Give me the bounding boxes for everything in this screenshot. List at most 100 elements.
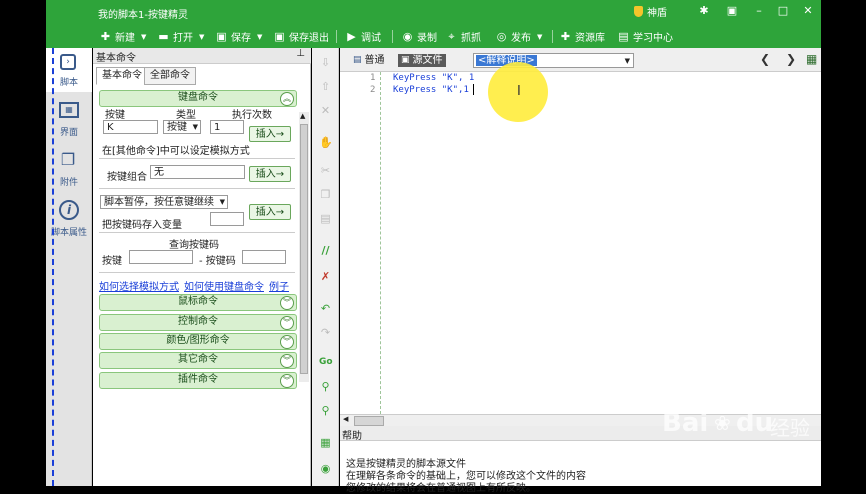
section-other[interactable]: 其它命令 ︾	[99, 352, 297, 369]
uncomment-icon[interactable]: ✗	[319, 270, 332, 283]
list-icon: ▤	[353, 55, 362, 65]
expand-icon: ︾	[280, 296, 294, 310]
link-how-choose-mode[interactable]: 如何选择模拟方式	[99, 278, 179, 293]
insert-pause-button[interactable]: 插入→	[249, 204, 291, 220]
scroll-thumb[interactable]	[300, 124, 308, 374]
prev-icon[interactable]: ❮	[760, 52, 770, 66]
scroll-left-icon[interactable]: ◀	[343, 415, 348, 423]
query-key-input[interactable]	[129, 250, 193, 264]
settings-icon[interactable]: ✱	[698, 5, 710, 17]
cursor-highlight: I	[488, 62, 548, 122]
type-select[interactable]: 按键 ▼	[163, 120, 201, 134]
record-icon: ◉	[402, 30, 413, 43]
scroll-up-icon[interactable]: ▲	[300, 112, 305, 120]
save-button[interactable]: ▣ 保存 ▼	[216, 29, 262, 44]
preview-icon[interactable]: ◉	[319, 462, 332, 475]
folder-icon: ▬	[158, 30, 169, 43]
save-icon: ▣	[216, 30, 227, 43]
code-editor[interactable]: 1 KeyPress "K", 1 2 KeyPress "K",1	[340, 72, 821, 414]
maximize-icon[interactable]: □	[777, 5, 789, 17]
hand-icon[interactable]: ✋	[319, 136, 333, 149]
expand-icon: ︾	[280, 374, 294, 388]
paste-icon[interactable]: ▤	[319, 212, 332, 225]
key-input[interactable]: K	[103, 120, 158, 134]
tab-all-commands[interactable]: 全部命令	[144, 67, 196, 85]
link-example[interactable]: 例子	[269, 278, 289, 293]
find-icon[interactable]: ⚲	[319, 380, 332, 393]
tab-basic-commands[interactable]: 基本命令	[96, 67, 148, 85]
section-mouse[interactable]: 鼠标命令 ︾	[99, 294, 297, 311]
panel-scrollbar[interactable]: ▲	[299, 112, 309, 382]
combo-input[interactable]: 无	[150, 165, 245, 179]
open-button[interactable]: ▬ 打开 ▼	[158, 29, 204, 44]
attachment-icon: ❐	[60, 150, 76, 169]
learning-center-button[interactable]: ▤ 学习中心	[618, 29, 673, 44]
expand-icon: ︾	[280, 335, 294, 349]
panel-header: 基本命令 ⊥	[93, 48, 311, 64]
pause-select[interactable]: 脚本暂停，按任意键继续 ▼	[100, 195, 228, 209]
redo-icon[interactable]: ↷	[319, 326, 332, 339]
paw-icon: ❀	[714, 411, 731, 435]
debug-button[interactable]: ▶ 调试	[346, 29, 381, 44]
col-key-label: 按键	[105, 110, 125, 121]
col-times-label: 执行次数	[232, 110, 272, 121]
line-number: 2	[370, 85, 376, 95]
times-input[interactable]: 1	[210, 120, 244, 134]
layout-icon[interactable]: ▦	[806, 52, 817, 66]
help-line: 您修改的结果将会在普通视图上有所反映。	[346, 483, 536, 494]
replace-icon[interactable]: ⚲	[319, 404, 332, 417]
insert-key-button[interactable]: 插入→	[249, 126, 291, 142]
grab-button[interactable]: ⌖ 抓抓	[446, 29, 481, 44]
resource-icon: ✚	[560, 30, 571, 43]
chevron-down-icon: ▼	[624, 57, 630, 65]
close-icon[interactable]: ✕	[802, 5, 814, 17]
undo-icon[interactable]: ↶	[319, 302, 332, 315]
new-button[interactable]: ✚ 新建 ▼	[100, 29, 147, 44]
minimize-icon[interactable]: –	[753, 5, 765, 17]
move-up-icon[interactable]: ⇧	[319, 80, 332, 93]
mode-hint: 在[其他命令]中可以设定模拟方式	[102, 146, 250, 157]
command-panel: 基本命令 ⊥ 基本命令 全部命令 键盘命令 ︽ 按键 类型 执行次数 K 按键 ▼…	[93, 48, 311, 486]
learn-icon: ▤	[618, 30, 629, 43]
code-line[interactable]: KeyPress "K", 1	[393, 73, 474, 83]
expand-icon: ︾	[280, 316, 294, 330]
pin-icon[interactable]: ⊥	[296, 48, 305, 59]
grab-icon: ⌖	[448, 30, 455, 43]
cut-icon[interactable]: ✂	[319, 164, 332, 177]
copy-icon[interactable]: ❐	[319, 188, 332, 201]
query-code-input[interactable]	[242, 250, 286, 264]
plus-icon: ✚	[100, 30, 111, 43]
section-plugin[interactable]: 插件命令 ︾	[99, 372, 297, 389]
code-line[interactable]: KeyPress "K",1	[393, 85, 469, 95]
publish-button[interactable]: ◎ 发布 ▼	[496, 29, 543, 44]
section-keyboard[interactable]: 键盘命令 ︽	[99, 90, 297, 107]
shield-label: 神盾	[647, 8, 667, 19]
move-down-icon[interactable]: ⇩	[319, 56, 332, 69]
comment-icon[interactable]: //	[319, 244, 332, 257]
shield-badge[interactable]: 神盾	[634, 4, 667, 19]
insert-combo-button[interactable]: 插入→	[249, 166, 291, 182]
section-control[interactable]: 控制命令 ︾	[99, 314, 297, 331]
editor-side-toolbar: ⇩ ⇧ ✕ ✋ ✂ ❐ ▤ // ✗ ↶ ↷ Go ⚲ ⚲ ▦ ◉	[312, 48, 339, 486]
line-gutter	[340, 72, 381, 414]
section-color-graphics[interactable]: 颜色/图形命令 ︾	[99, 333, 297, 350]
store-label: 把按键码存入变量	[102, 220, 182, 231]
title-bar: 我的脚本1-按键精灵 神盾 ✱ ▣ – □ ✕	[46, 0, 821, 25]
next-icon[interactable]: ❯	[786, 52, 796, 66]
scroll-thumb[interactable]	[354, 416, 384, 426]
link-how-use-keyboard[interactable]: 如何使用键盘命令	[184, 278, 264, 293]
store-variable-input[interactable]	[210, 212, 244, 226]
resource-library-button[interactable]: ✚ 资源库	[560, 29, 605, 44]
save-exit-button[interactable]: ▣ 保存退出	[274, 29, 329, 44]
mode-source-tab[interactable]: ▣ 源文件	[398, 54, 446, 67]
delete-icon[interactable]: ✕	[319, 104, 332, 117]
mode-normal-tab[interactable]: ▤ 普通	[350, 54, 388, 67]
combo-label: 按键组合	[107, 172, 147, 183]
skin-icon[interactable]: ▣	[726, 5, 738, 17]
goto-icon[interactable]: Go	[319, 356, 333, 369]
ui-icon: ▦	[59, 102, 79, 118]
publish-icon: ◎	[496, 30, 507, 43]
calculator-icon[interactable]: ▦	[319, 436, 332, 449]
record-button[interactable]: ◉ 录制	[402, 29, 437, 44]
statement-combo[interactable]: <解释说明> ▼	[473, 53, 634, 68]
